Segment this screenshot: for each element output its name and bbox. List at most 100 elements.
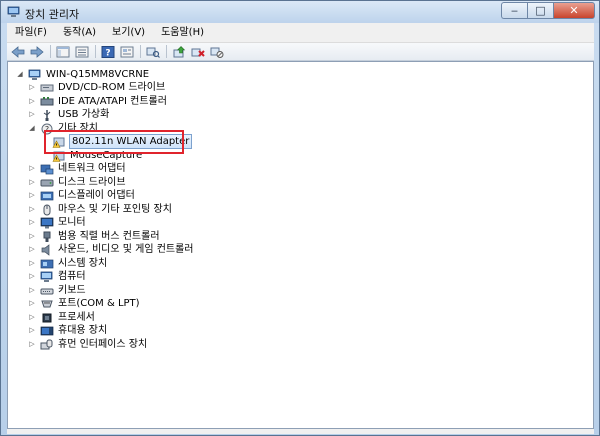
forward-icon <box>30 45 44 58</box>
menu-bar: 파일(F) 동작(A) 보기(V) 도움말(H) <box>7 23 594 43</box>
expand-arrow-icon[interactable]: ▷ <box>28 232 36 241</box>
computer-icon <box>40 271 53 282</box>
tree-category-15-label: 프로세서 <box>58 312 95 323</box>
expand-arrow-icon[interactable]: ▷ <box>28 83 36 92</box>
tree-category-2-label: USB 가상화 <box>58 109 110 120</box>
tree-category-17[interactable]: ▷ 휴먼 인터페이스 장치 <box>28 338 148 351</box>
tree-category-0-label: DVD/CD-ROM 드라이브 <box>58 82 166 93</box>
expand-arrow-icon[interactable]: ▷ <box>28 272 36 281</box>
tree-category-16[interactable]: ▷ 휴대용 장치 <box>28 324 108 337</box>
window-title: 장치 관리자 <box>25 8 80 21</box>
expand-arrow-icon[interactable]: ▷ <box>28 245 36 254</box>
collapse-arrow-icon[interactable]: ◢ <box>16 70 24 79</box>
close-button[interactable]: ✕ <box>553 2 595 19</box>
network-adapter-icon <box>40 164 54 174</box>
scan-icon <box>146 47 160 58</box>
tree-category-15[interactable]: ▷ 프로세서 <box>28 311 96 324</box>
sound-icon <box>41 243 50 256</box>
tree-category-6-label: 디스플레이 어댑터 <box>58 190 135 201</box>
svg-text:?: ? <box>105 48 110 58</box>
expand-arrow-icon[interactable]: ▷ <box>28 340 36 349</box>
disable-button[interactable] <box>209 45 225 59</box>
toolbar-separator <box>140 45 141 58</box>
device-tree[interactable]: ◢ WIN-Q15MM8VCRNE ▷ DVD/CD-ROM 드라이브 ▷ IDE A… <box>7 61 594 429</box>
maximize-icon: □ <box>535 4 546 17</box>
tree-category-13[interactable]: ▷ 키보드 <box>28 284 87 297</box>
uninstall-icon <box>191 48 205 57</box>
update-driver-button[interactable] <box>171 45 187 59</box>
dvd-drive-icon <box>40 84 54 91</box>
tree-category-14[interactable]: ▷ 포트(COM & LPT) <box>28 297 141 310</box>
expand-arrow-icon[interactable]: ▷ <box>28 326 36 335</box>
tree-category-14-label: 포트(COM & LPT) <box>58 298 140 309</box>
expand-arrow-icon[interactable]: ▷ <box>28 218 36 227</box>
expand-arrow-icon[interactable]: ▷ <box>28 191 36 200</box>
tree-category-12[interactable]: ▷ 컴퓨터 <box>28 270 87 283</box>
back-icon <box>11 45 25 58</box>
tree-category-11-label: 시스템 장치 <box>58 258 108 269</box>
usb-controller-icon <box>43 231 51 242</box>
show-hide-button[interactable] <box>55 45 71 59</box>
expand-arrow-icon[interactable]: ▷ <box>28 286 36 295</box>
tree-category-11[interactable]: ▷ 시스템 장치 <box>28 257 108 270</box>
tree-category-5-label: 디스크 드라이브 <box>58 177 126 188</box>
hid-icon <box>40 339 53 349</box>
tree-category-6[interactable]: ▷ 디스플레이 어댑터 <box>28 189 136 202</box>
list-view-icon <box>75 46 89 57</box>
back-button[interactable] <box>10 45 26 59</box>
window-controls: ‒ □ ✕ <box>501 2 595 19</box>
minimize-button[interactable]: ‒ <box>501 2 527 19</box>
expand-arrow-icon[interactable]: ▷ <box>28 97 36 106</box>
update-driver-icon <box>173 45 186 57</box>
tree-root[interactable]: ◢ WIN-Q15MM8VCRNE <box>16 68 150 81</box>
expand-arrow-icon[interactable]: ▷ <box>28 110 36 119</box>
tree-category-4[interactable]: ▷ 네트워크 어댑터 <box>28 162 127 175</box>
help-button[interactable]: ? <box>100 45 116 59</box>
toolbar-separator <box>50 45 51 58</box>
menu-file[interactable]: 파일(F) <box>7 23 55 43</box>
forward-button[interactable] <box>29 45 45 59</box>
tree-category-1-label: IDE ATA/ATAPI 컨트롤러 <box>58 96 167 107</box>
display-adapter-icon <box>40 191 54 200</box>
tree-category-8[interactable]: ▷ 모니터 <box>28 216 87 229</box>
system-devices-icon <box>40 259 54 268</box>
title-bar[interactable]: 장치 관리자 ‒ □ ✕ <box>1 1 599 23</box>
tree-category-12-label: 컴퓨터 <box>58 271 86 282</box>
tree-category-1[interactable]: ▷ IDE ATA/ATAPI 컨트롤러 <box>28 95 168 108</box>
monitor-icon <box>40 217 54 228</box>
toolbar-separator <box>95 45 96 58</box>
expand-arrow-icon[interactable]: ▷ <box>28 178 36 187</box>
collapse-arrow-icon[interactable]: ◢ <box>28 124 36 133</box>
properties-button[interactable] <box>119 45 135 59</box>
tree-category-2[interactable]: ▷ USB 가상화 <box>28 108 110 121</box>
menu-view[interactable]: 보기(V) <box>104 23 153 43</box>
uninstall-button[interactable] <box>190 45 206 59</box>
expand-arrow-icon[interactable]: ▷ <box>28 299 36 308</box>
tree-category-10[interactable]: ▷ 사운드, 비디오 및 게임 컨트롤러 <box>28 243 195 256</box>
menu-action[interactable]: 동작(A) <box>55 23 104 43</box>
expand-arrow-icon[interactable]: ▷ <box>28 205 36 214</box>
tree-category-7[interactable]: ▷ 마우스 및 기타 포인팅 장치 <box>28 203 173 216</box>
maximize-button[interactable]: □ <box>527 2 553 19</box>
tree-category-5[interactable]: ▷ 디스크 드라이브 <box>28 176 127 189</box>
disable-icon <box>210 47 224 58</box>
expand-arrow-icon[interactable]: ▷ <box>28 313 36 322</box>
annotation-highlight-box <box>44 130 184 154</box>
show-hide-icon <box>56 46 70 57</box>
disk-drive-icon <box>40 179 54 186</box>
mouse-icon <box>43 204 51 215</box>
properties-icon <box>120 46 134 57</box>
expand-arrow-icon[interactable]: ▷ <box>28 164 36 173</box>
tree-category-9-label: 범용 직렬 버스 컨트롤러 <box>58 231 160 242</box>
tree-category-0[interactable]: ▷ DVD/CD-ROM 드라이브 <box>28 81 166 94</box>
menu-help[interactable]: 도움말(H) <box>153 23 212 43</box>
list-view-button[interactable] <box>74 45 90 59</box>
tree-category-9[interactable]: ▷ 범용 직렬 버스 컨트롤러 <box>28 230 161 243</box>
computer-icon <box>28 69 41 80</box>
tree-category-17-label: 휴먼 인터페이스 장치 <box>58 339 148 350</box>
device-manager-icon <box>7 6 20 17</box>
tree-category-7-label: 마우스 및 기타 포인팅 장치 <box>58 204 172 215</box>
keyboard-icon <box>40 288 54 294</box>
expand-arrow-icon[interactable]: ▷ <box>28 259 36 268</box>
scan-hardware-button[interactable] <box>145 45 161 59</box>
